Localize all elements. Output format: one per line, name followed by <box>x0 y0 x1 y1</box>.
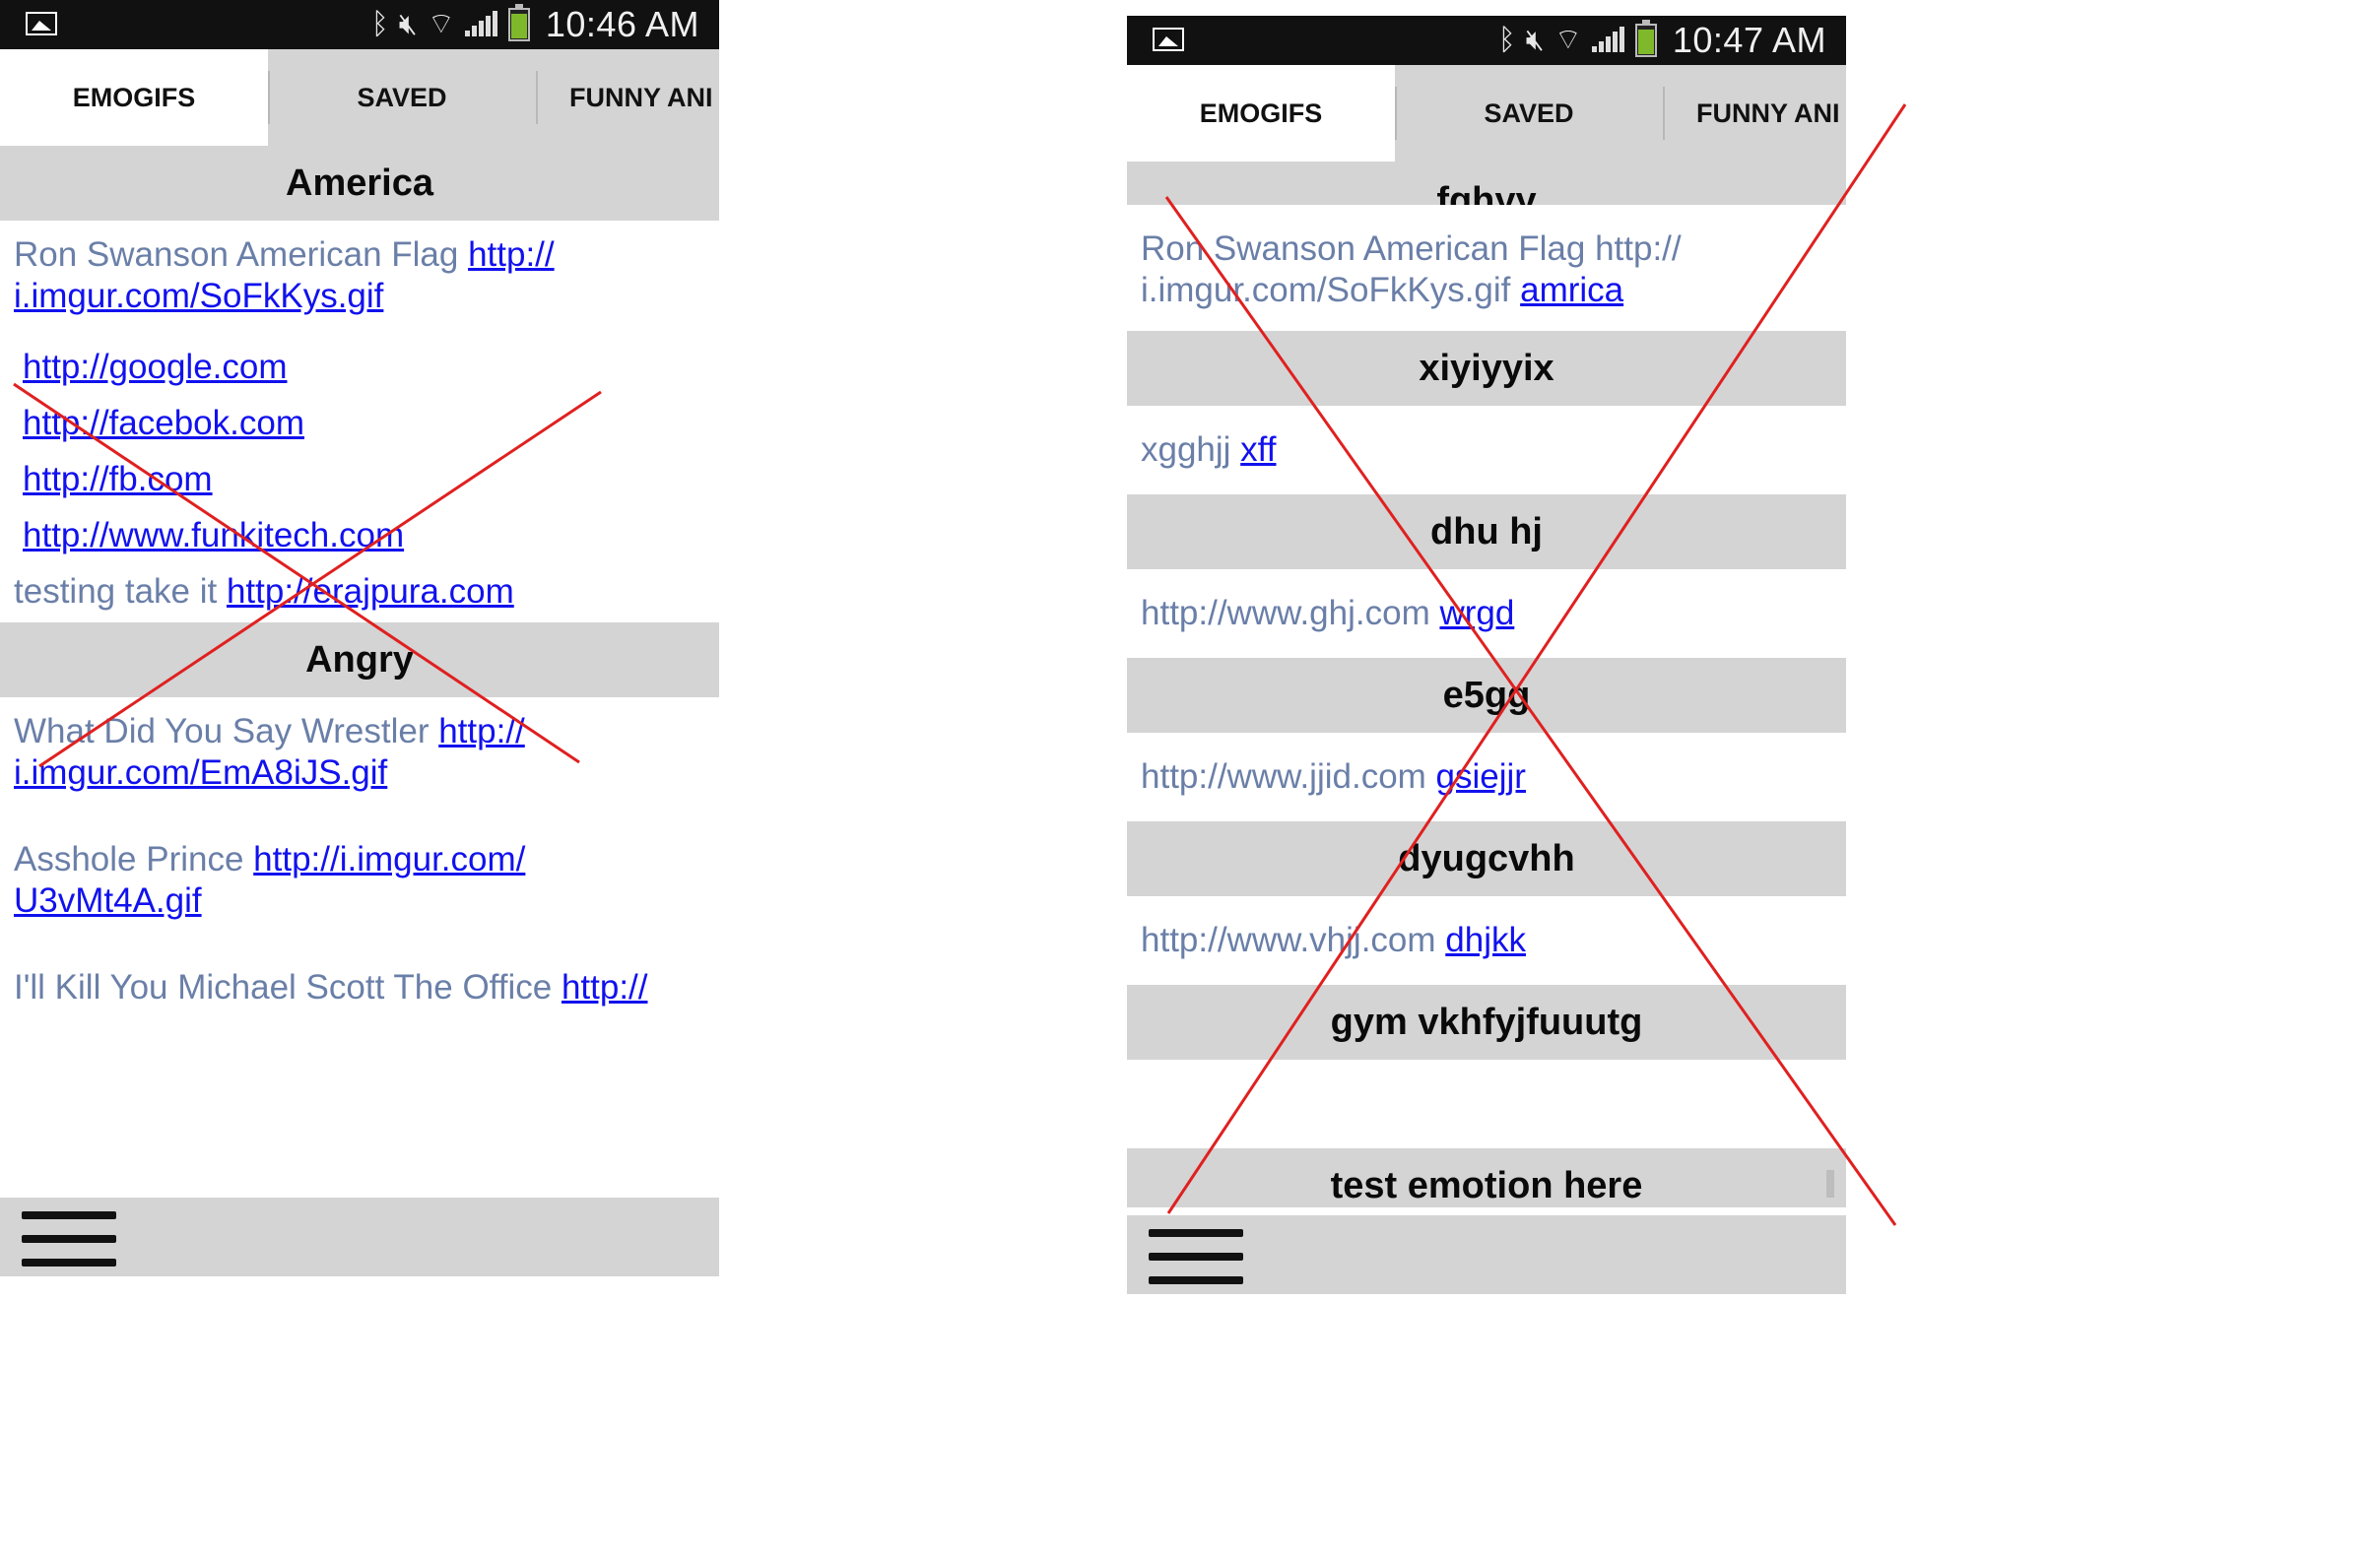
emotion-link[interactable]: amrica <box>1520 271 1623 309</box>
status-time: 10:46 AM <box>545 4 699 44</box>
gif-link[interactable]: http://i.imgur.com/ <box>253 840 525 878</box>
emotion-list[interactable]: America Ron Swanson American Flag http:/… <box>0 146 719 1198</box>
list-item[interactable]: I'll Kill You Michael Scott The Office h… <box>0 967 719 1008</box>
list-item[interactable]: Ron Swanson American Flag http:// i.imgu… <box>1127 228 1846 311</box>
list-item[interactable]: http://www.jjid.com gsiejjr <box>1127 733 1846 821</box>
gallery-icon <box>1153 28 1184 51</box>
section-header-e5gg[interactable]: e5gg <box>1127 658 1846 733</box>
list-item[interactable]: What Did You Say Wrestler http:// i.imgu… <box>0 711 719 794</box>
url-link[interactable]: http://www.funkitech.com <box>23 516 404 554</box>
list-item-empty[interactable] <box>1127 1060 1846 1148</box>
list-item[interactable]: Ron Swanson American Flag http:// i.imgu… <box>0 234 719 317</box>
url-link[interactable]: http://erajpura.com <box>227 572 514 611</box>
left-phone-screen: ᛒ 🔇︎ ⌔ 10:46 AM EMOGIFS SAVED FUNNY ANI … <box>0 0 719 1278</box>
battery-icon <box>1634 20 1657 57</box>
bottom-bar <box>1127 1215 1846 1294</box>
mute-icon: 🔇︎ <box>398 8 418 40</box>
status-time: 10:47 AM <box>1672 20 1826 60</box>
list-item[interactable]: http://facebok.com <box>0 403 719 444</box>
mute-icon: 🔇︎ <box>1525 24 1545 56</box>
tab-funny-animals[interactable]: FUNNY ANI <box>536 49 719 146</box>
right-phone-screen: ᛒ 🔇︎ ⌔ 10:47 AM EMOGIFS SAVED FUNNY ANI … <box>1127 16 1846 1294</box>
hamburger-menu-icon[interactable] <box>22 1211 116 1267</box>
emotion-link[interactable]: xff <box>1240 429 1276 471</box>
list-item[interactable]: xgghjj xff <box>1127 406 1846 494</box>
tab-emogifs[interactable]: EMOGIFS <box>0 49 268 146</box>
list-item[interactable]: Asshole Prince http://i.imgur.com/ U3vMt… <box>0 839 719 922</box>
signal-icon <box>1591 27 1625 54</box>
section-header-gym-vkhfyjfuuutg[interactable]: gym vkhfyjfuuutg <box>1127 985 1846 1060</box>
tab-bar: EMOGIFS SAVED FUNNY ANI <box>1127 65 1846 162</box>
section-header-partial[interactable]: fghyy <box>1127 162 1846 205</box>
tab-emogifs[interactable]: EMOGIFS <box>1127 65 1395 162</box>
section-header-dhu-hj[interactable]: dhu hj <box>1127 494 1846 569</box>
url-link[interactable]: http://facebok.com <box>23 404 304 442</box>
url-link[interactable]: http://fb.com <box>23 460 213 498</box>
hamburger-menu-icon[interactable] <box>1149 1229 1243 1284</box>
emotion-link[interactable]: gsiejjr <box>1436 756 1526 798</box>
tab-funny-animals[interactable]: FUNNY ANI <box>1663 65 1846 162</box>
section-header-xiyiyyix[interactable]: xiyiyyix <box>1127 331 1846 406</box>
scrollbar-thumb[interactable] <box>1826 1170 1834 1198</box>
list-item[interactable]: http://fb.com <box>0 459 719 500</box>
list-item[interactable]: http://www.funkitech.com <box>0 515 719 556</box>
status-bar: ᛒ 🔇︎ ⌔ 10:47 AM <box>1127 16 1846 65</box>
section-header-test-emotion-here[interactable]: test emotion here <box>1127 1148 1846 1207</box>
section-header-america[interactable]: America <box>0 146 719 221</box>
gallery-icon <box>26 12 57 35</box>
gif-link-cont[interactable]: U3vMt4A.gif <box>14 881 202 920</box>
tab-saved[interactable]: SAVED <box>268 49 536 146</box>
emotion-link[interactable]: dhjkk <box>1445 920 1526 961</box>
list-item[interactable]: http://google.com <box>0 347 719 388</box>
list-item[interactable]: http://www.ghj.com wrgd <box>1127 569 1846 658</box>
url-link[interactable]: http://google.com <box>23 348 288 386</box>
battery-icon <box>507 4 530 41</box>
section-header-dyugcvhh[interactable]: dyugcvhh <box>1127 821 1846 896</box>
gif-link-cont[interactable]: i.imgur.com/EmA8iJS.gif <box>14 753 387 792</box>
tab-saved[interactable]: SAVED <box>1395 65 1663 162</box>
gif-link[interactable]: http:// <box>438 712 525 750</box>
gif-link[interactable]: http:// <box>562 968 648 1007</box>
emotion-list[interactable]: fghyy Ron Swanson American Flag http:// … <box>1127 162 1846 1215</box>
gif-link-cont[interactable]: i.imgur.com/SoFkKys.gif <box>14 277 383 315</box>
status-bar: ᛒ 🔇︎ ⌔ 10:46 AM <box>0 0 719 49</box>
section-header-angry[interactable]: Angry <box>0 622 719 697</box>
list-item[interactable]: http://www.vhjj.com dhjkk <box>1127 896 1846 985</box>
emotion-link[interactable]: wrgd <box>1439 593 1514 634</box>
list-item[interactable]: testing take it http://erajpura.com <box>0 571 719 613</box>
wifi-icon: ⌔ <box>1554 24 1582 56</box>
bottom-bar <box>0 1198 719 1276</box>
bluetooth-icon: ᛒ <box>370 8 389 40</box>
tab-bar: EMOGIFS SAVED FUNNY ANI <box>0 49 719 146</box>
signal-icon <box>464 11 498 38</box>
wifi-icon: ⌔ <box>427 8 455 40</box>
gif-link[interactable]: http:// <box>468 235 555 274</box>
bluetooth-icon: ᛒ <box>1497 24 1516 56</box>
